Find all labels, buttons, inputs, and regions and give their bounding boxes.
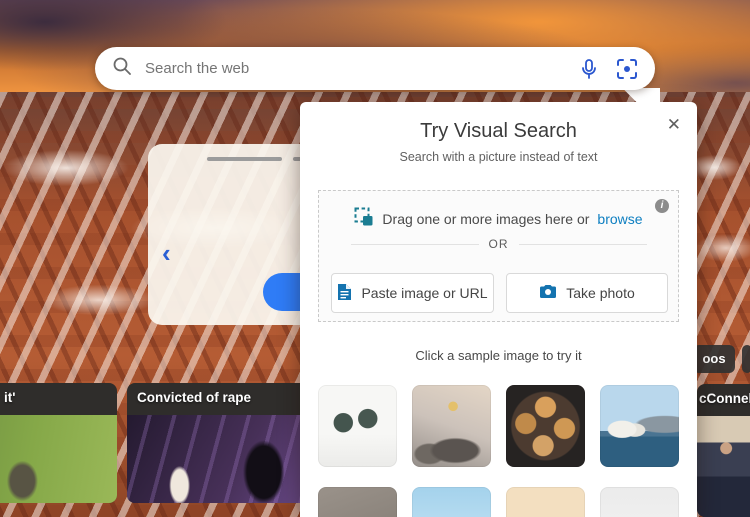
or-divider: OR: [319, 237, 678, 251]
paste-image-label: Paste image or URL: [361, 285, 488, 301]
news-card-mcconnell[interactable]: cConnell:: [697, 384, 750, 517]
news-title: cConnell:: [699, 391, 750, 406]
sample-image-gray[interactable]: [600, 487, 679, 517]
sample-image-coffee[interactable]: [506, 385, 585, 467]
sample-image-flower[interactable]: [318, 487, 397, 517]
search-bar[interactable]: Search the web: [95, 47, 655, 90]
camera-icon: [539, 284, 557, 302]
divider-line: [518, 243, 647, 245]
news-image-soldiers: [0, 415, 117, 503]
chevron-left-icon[interactable]: ‹: [162, 240, 171, 266]
drag-instruction-row: Drag one or more images here or browse: [319, 207, 678, 230]
carousel-indicator[interactable]: [207, 157, 282, 161]
drag-image-icon: [354, 207, 374, 230]
drag-instruction-text: Drag one or more images here or: [382, 210, 590, 227]
snow-patches-right: [690, 110, 750, 340]
news-card-soldiers[interactable]: it': [0, 383, 117, 503]
visual-search-popup: ✕ Try Visual Search Search with a pictur…: [300, 102, 697, 517]
visual-search-icon[interactable]: [615, 57, 639, 81]
paste-document-icon: [337, 283, 352, 304]
bing-homepage: ‹ I am plann September. W are within a 3…: [0, 0, 750, 517]
topic-tag[interactable]: oos: [693, 345, 735, 373]
divider-line: [350, 243, 479, 245]
sample-image-sky[interactable]: [412, 487, 491, 517]
news-image-politicians: [697, 416, 750, 517]
browse-link[interactable]: browse: [597, 211, 642, 227]
take-photo-button[interactable]: Take photo: [506, 273, 668, 313]
news-title: Convicted of rape: [137, 390, 252, 405]
take-photo-label: Take photo: [566, 285, 635, 301]
samples-heading: Click a sample image to try it: [415, 348, 582, 363]
image-dropzone[interactable]: Drag one or more images here or browse i…: [318, 190, 679, 322]
search-input[interactable]: Search the web: [145, 60, 577, 77]
topic-tag-fragment[interactable]: [742, 345, 750, 373]
popup-title: Try Visual Search: [420, 120, 577, 142]
sample-image-dogs[interactable]: [506, 487, 585, 517]
news-title: it': [4, 390, 16, 405]
search-icon: [112, 56, 132, 81]
sample-image-interior[interactable]: [412, 385, 491, 467]
sample-image-sunglasses[interactable]: [318, 385, 397, 467]
popup-subtitle: Search with a picture instead of text: [399, 150, 598, 164]
sample-image-sydney[interactable]: [600, 385, 679, 467]
or-label: OR: [488, 237, 509, 251]
paste-image-button[interactable]: Paste image or URL: [331, 273, 494, 313]
microphone-icon[interactable]: [577, 57, 601, 81]
info-icon[interactable]: i: [655, 199, 669, 213]
